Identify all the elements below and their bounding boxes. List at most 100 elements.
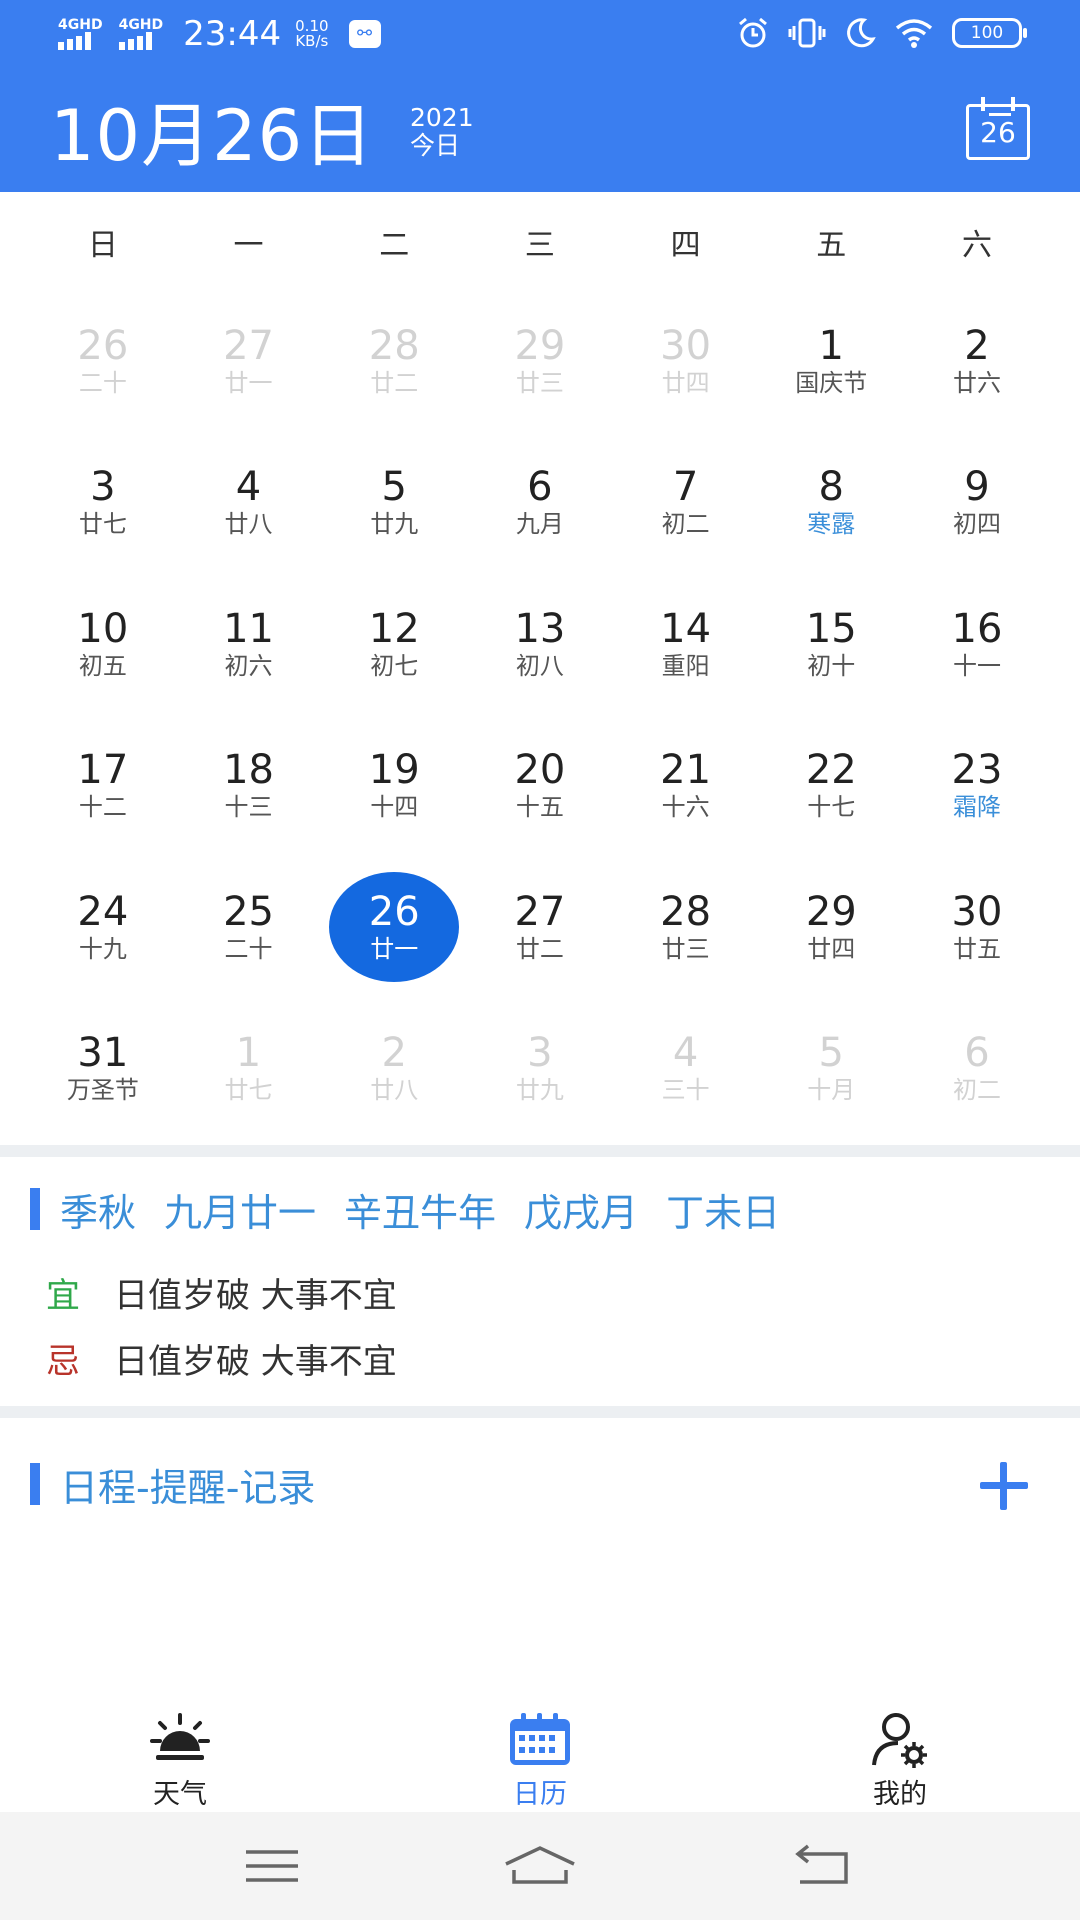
- calendar-day[interactable]: 26 二十: [30, 290, 176, 432]
- calendar-day[interactable]: 23 霜降: [904, 715, 1050, 857]
- home-button[interactable]: [500, 1836, 580, 1896]
- status-right: 100: [736, 16, 1027, 50]
- go-today-button[interactable]: 26: [966, 97, 1030, 160]
- calendar-day[interactable]: 9 初四: [904, 432, 1050, 574]
- calendar-day[interactable]: 4 廿八: [176, 432, 322, 574]
- day-number: 22: [805, 747, 857, 794]
- day-lunar: 廿二: [515, 934, 564, 963]
- day-number: 29: [805, 888, 857, 935]
- calendar-day[interactable]: 16 十一: [904, 573, 1050, 715]
- calendar-day[interactable]: 3 廿九: [467, 998, 613, 1140]
- day-number: 24: [77, 888, 129, 935]
- section-accent: [30, 1463, 40, 1505]
- day-lunar: 廿二: [370, 368, 419, 397]
- calendar-week: 3 廿七 4 廿八 5 廿九 6 九月 7 初二 8 寒露 9 初四: [30, 432, 1050, 574]
- calendar-day[interactable]: 5 廿九: [321, 432, 467, 574]
- back-button[interactable]: [784, 1836, 864, 1896]
- day-lunar: 十四: [370, 793, 419, 822]
- calendar-day[interactable]: 25 二十: [176, 856, 322, 998]
- section-divider: [0, 1145, 1080, 1157]
- day-lunar: 万圣节: [66, 1076, 139, 1105]
- calendar-day[interactable]: 19 十四: [321, 715, 467, 857]
- signal-sim2: 4GHD: [118, 18, 163, 50]
- home-icon: [505, 1846, 575, 1884]
- calendar-day[interactable]: 8 寒露: [758, 432, 904, 574]
- weekday-label: 一: [233, 228, 264, 263]
- section-divider: [0, 1406, 1080, 1418]
- calendar-day[interactable]: 6 初二: [904, 998, 1050, 1140]
- vibrate-icon: [788, 18, 826, 48]
- add-schedule-button[interactable]: [980, 1462, 1028, 1510]
- calendar-day[interactable]: 31 万圣节: [30, 998, 176, 1140]
- day-lunar: 十三: [224, 793, 273, 822]
- calendar-day-selected[interactable]: 26 廿一: [321, 856, 467, 998]
- calendar-day[interactable]: 10 初五: [30, 573, 176, 715]
- alarm-icon: [739, 17, 767, 48]
- usb-icon: ⚯: [348, 20, 381, 48]
- calendar-day[interactable]: 1 廿七: [176, 998, 322, 1140]
- calendar-week: 10 初五 11 初六 12 初七 13 初八 14 重阳 15 初十 16 十一: [30, 573, 1050, 715]
- day-lunar: 廿四: [661, 368, 710, 397]
- calendar-day[interactable]: 2 廿六: [904, 290, 1050, 432]
- lunar-info-title: 季秋 九月廿一 辛丑牛年 戊戌月 丁未日: [30, 1185, 808, 1235]
- calendar-day[interactable]: 11 初六: [176, 573, 322, 715]
- tab-calendar[interactable]: 日历: [460, 1710, 620, 1811]
- section-accent: [30, 1188, 40, 1230]
- calendar-day[interactable]: 14 重阳: [613, 573, 759, 715]
- tab-profile[interactable]: 我的: [820, 1710, 980, 1811]
- calendar-day[interactable]: 28 廿二: [321, 290, 467, 432]
- day-lunar: 初六: [224, 651, 273, 680]
- bottom-tab-bar: 天气 日历 我的: [0, 1700, 1080, 1812]
- day-number: 1: [818, 322, 844, 369]
- calendar-day[interactable]: 27 廿二: [467, 856, 613, 998]
- today-label: 今日: [410, 131, 461, 160]
- day-lunar: 十九: [78, 934, 127, 963]
- signal-sim1: 4GHD: [58, 18, 103, 50]
- calendar-day[interactable]: 30 廿四: [613, 290, 759, 432]
- ji-label: 忌: [46, 1342, 80, 1382]
- day-number: 4: [235, 464, 262, 511]
- calendar-day[interactable]: 4 三十: [613, 998, 759, 1140]
- yi-row: 宜 日值岁破 大事不宜: [46, 1268, 397, 1317]
- battery-level: 100: [970, 23, 1004, 43]
- day-number: 13: [514, 605, 566, 652]
- day-number: 6: [527, 464, 553, 511]
- weekday-header: 日 一 二 三 四 五 六: [30, 220, 1050, 264]
- calendar-day[interactable]: 27 廿一: [176, 290, 322, 432]
- calendar-day[interactable]: 29 廿三: [467, 290, 613, 432]
- day-lunar: 廿九: [370, 510, 419, 539]
- calendar-day[interactable]: 29 廿四: [758, 856, 904, 998]
- network-speed-unit: KB/s: [295, 32, 329, 50]
- calendar-day[interactable]: 3 廿七: [30, 432, 176, 574]
- calendar-day[interactable]: 6 九月: [467, 432, 613, 574]
- ji-row: 忌 日值岁破 大事不宜: [46, 1334, 397, 1383]
- calendar-day[interactable]: 30 廿五: [904, 856, 1050, 998]
- menu-button[interactable]: [232, 1836, 312, 1896]
- calendar-day[interactable]: 13 初八: [467, 573, 613, 715]
- calendar-day[interactable]: 5 十月: [758, 998, 904, 1140]
- calendar-day[interactable]: 17 十二: [30, 715, 176, 857]
- day-lunar: 三十: [661, 1076, 710, 1105]
- day-number: 26: [77, 322, 129, 369]
- app-header: 4GHD 4GHD 23:44 0.10 KB/s ⚯ 100 10月26日 2…: [0, 0, 1080, 192]
- calendar-day[interactable]: 7 初二: [613, 432, 759, 574]
- calendar-day[interactable]: 15 初十: [758, 573, 904, 715]
- calendar-day[interactable]: 21 十六: [613, 715, 759, 857]
- calendar-day[interactable]: 18 十三: [176, 715, 322, 857]
- calendar-day[interactable]: 12 初七: [321, 573, 467, 715]
- calendar-day[interactable]: 22 十七: [758, 715, 904, 857]
- day-lunar: 廿七: [224, 1076, 273, 1105]
- calendar-day[interactable]: 24 十九: [30, 856, 176, 998]
- schedule-header: 日程-提醒-记录: [30, 1460, 315, 1510]
- calendar-day[interactable]: 2 廿八: [321, 998, 467, 1140]
- clock: 23:44: [183, 14, 282, 54]
- tab-weather[interactable]: 天气: [100, 1710, 260, 1811]
- calendar-day[interactable]: 28 廿三: [613, 856, 759, 998]
- day-number: 3: [527, 1030, 553, 1077]
- calendar-day[interactable]: 1 国庆节: [758, 290, 904, 432]
- day-number: 7: [672, 464, 699, 511]
- day-lunar: 初二: [952, 1076, 1001, 1105]
- lunar-day: 丁未日: [666, 1190, 781, 1235]
- day-number: 11: [223, 605, 274, 652]
- calendar-day[interactable]: 20 十五: [467, 715, 613, 857]
